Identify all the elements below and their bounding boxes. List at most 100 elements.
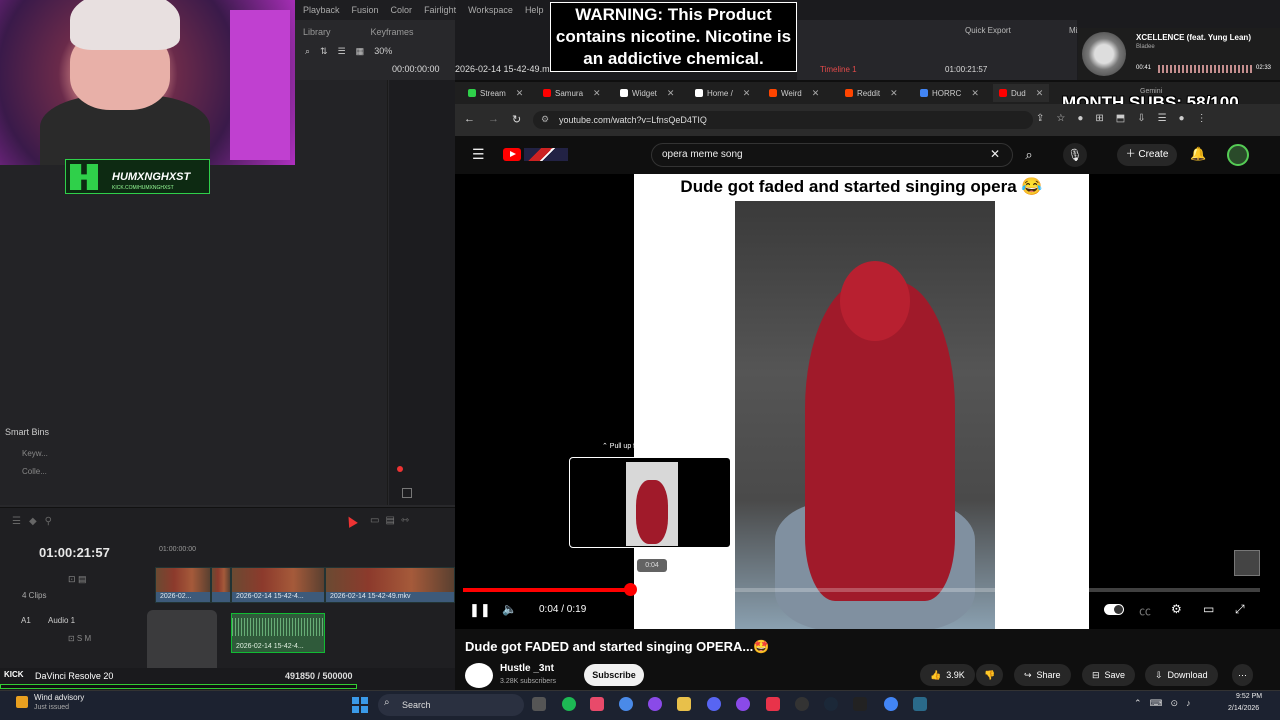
grid-view-icon[interactable]: ▦ [356,46,365,57]
notifications-icon[interactable]: 🔔 [1190,146,1206,162]
browser-tab[interactable]: HORRC ✕ [920,84,979,102]
forward-icon[interactable]: → [488,113,499,125]
clock-time[interactable]: 9:52 PM [1236,693,1262,700]
menu-workspace[interactable]: Workspace [468,5,513,15]
back-icon[interactable]: ← [464,113,475,125]
browser-tab[interactable]: Reddit ✕ [845,84,898,102]
browser-tab[interactable]: Weird ✕ [769,84,819,102]
avatar[interactable] [1227,144,1249,166]
clock-date[interactable]: 2/14/2026 [1228,705,1259,712]
discord-icon[interactable] [707,697,721,711]
dislike-button[interactable]: 👎 [976,664,1004,686]
browser-tab[interactable]: Samura ✕ [543,84,601,102]
bin-keywords[interactable]: Keyw... [22,449,48,458]
windows-start-icon[interactable] [352,697,368,713]
close-icon[interactable]: ✕ [890,88,898,99]
timeline-ruler[interactable]: 01:00:00:00 [155,540,455,560]
system-tray-icons[interactable]: ⌃⌨⊙♪ [1134,698,1199,709]
audio-clip[interactable]: 2026-02-14 15-42-4... [231,613,325,653]
bin-collections[interactable]: Colle... [22,467,47,476]
twitch-icon[interactable] [648,697,662,711]
obs-studio-icon[interactable] [795,697,809,711]
timeline-tools[interactable]: ☰◆⚲ [12,516,60,527]
spotify-icon[interactable] [562,697,576,711]
share-button[interactable]: ↪ Share [1014,664,1071,686]
timeline-selector[interactable]: Timeline 1 [820,65,857,74]
app-icon[interactable] [766,697,780,711]
browser-tab[interactable]: Stream ✕ [468,84,523,102]
menu-color[interactable]: Color [391,5,413,15]
settings-icon[interactable]: ⚙ [1171,602,1182,616]
clear-search-icon[interactable]: ✕ [990,147,1000,161]
url-field[interactable]: youtube.com/watch?v=LfnsQeD4TIQ [533,111,1033,129]
download-button[interactable]: ⇩ Download [1145,664,1218,686]
close-icon[interactable]: ✕ [593,88,601,99]
obs-icon[interactable] [736,697,750,711]
menu-fairlight[interactable]: Fairlight [424,5,456,15]
subscribe-button[interactable]: Subscribe [584,664,644,686]
close-icon[interactable]: ✕ [1036,88,1044,99]
browser-tab-active[interactable]: Dud ✕ [993,84,1050,102]
close-icon[interactable]: ✕ [812,88,820,99]
quick-export-button[interactable]: Quick Export [965,26,1011,35]
keyframes-button[interactable]: Keyframes [371,27,414,37]
microphone-icon[interactable]: 🎙 [1063,143,1087,167]
browser-tab[interactable]: Home / ✕ [695,84,750,102]
edit-tools[interactable]: ▭▤⇿ [370,515,415,526]
task-view-icon[interactable] [532,697,546,711]
search-icon[interactable]: ⌕ [305,46,310,57]
volume-icon[interactable]: 🔈 [502,602,517,616]
close-icon[interactable]: ✕ [667,88,675,99]
channel-watermark[interactable] [1234,550,1260,576]
reload-icon[interactable]: ↻ [512,113,521,126]
zoom-level[interactable]: 30% [374,46,392,56]
captions-icon[interactable]: ㏄ [1139,602,1151,619]
file-explorer-icon[interactable] [677,697,691,711]
channel-name[interactable]: Hustle _3nt [500,663,554,674]
sort-icon[interactable]: ⇅ [320,46,328,57]
fullscreen-icon[interactable]: ⤢ [1235,602,1245,617]
steam-icon[interactable] [824,697,838,711]
track-a1[interactable]: A1 [21,616,31,625]
menu-playback[interactable]: Playback [303,5,340,15]
like-button[interactable]: 👍 3.9K [920,664,975,686]
video-clip[interactable]: 2026-02-14 15-42-4... [231,567,325,603]
playhead-marker[interactable] [397,466,403,472]
taskbar-search[interactable]: Search [378,694,524,716]
save-button[interactable]: ⊟ Save [1082,664,1136,686]
music-app-icon[interactable] [590,697,604,711]
list-view-icon[interactable]: ☰ [338,46,346,57]
site-info-icon[interactable]: ⚙ [541,114,549,125]
close-icon[interactable]: ✕ [743,88,751,99]
close-icon[interactable]: ✕ [971,88,979,99]
create-button[interactable]: ＋ Create [1117,144,1177,166]
davinci-icon[interactable] [913,697,927,711]
video-clip[interactable]: 2026-02-14 15-42-49.mkv [325,567,455,603]
viewer-mode-icon[interactable] [402,488,412,498]
video-clip[interactable] [211,567,231,603]
track-controls[interactable]: ⊡ ▤ [68,574,87,585]
browser-tab[interactable]: Widget ✕ [620,84,674,102]
menu-fusion[interactable]: Fusion [352,5,379,15]
browser-extension-icons[interactable]: ⇪☆●⊞⬒⇩☰●⋮ [1036,113,1219,124]
audio-track-controls[interactable]: ⊡ S M [68,634,91,643]
channel-avatar[interactable] [465,663,493,688]
close-icon[interactable]: ✕ [516,88,524,99]
library-button[interactable]: Library [303,27,331,37]
chrome-icon[interactable] [619,697,633,711]
autoplay-toggle[interactable] [1104,604,1124,615]
terminal-icon[interactable] [853,697,867,711]
chrome-active-icon[interactable] [884,697,898,711]
hamburger-menu-icon[interactable]: ☰ [472,146,485,163]
menu-help[interactable]: Help [525,5,544,15]
smart-bins-header[interactable]: Smart Bins [5,427,49,437]
weather-alert-icon[interactable] [16,696,28,708]
video-clip[interactable]: 2026-02... [155,567,211,603]
pause-icon[interactable]: ❚❚ [469,602,491,618]
more-actions-button[interactable]: ⋯ [1232,664,1253,686]
theater-mode-icon[interactable]: ▭ [1203,602,1214,616]
weather-title[interactable]: Wind advisory [34,693,84,702]
search-input[interactable]: opera meme song [651,143,1013,167]
streamer-url: KICK.COM/HUMXNGHXST [112,185,174,191]
search-icon[interactable]: ⌕ [1017,143,1041,167]
